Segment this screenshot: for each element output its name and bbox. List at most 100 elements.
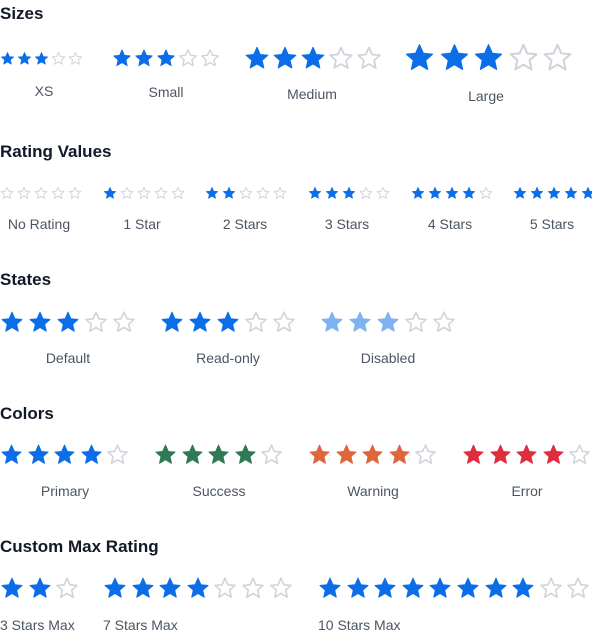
rating-star-empty[interactable] xyxy=(539,576,563,600)
rating-star-filled[interactable] xyxy=(335,443,358,466)
rating-star-filled[interactable] xyxy=(156,48,176,68)
rating-star-filled[interactable] xyxy=(308,443,331,466)
rating-star-filled[interactable] xyxy=(515,443,538,466)
rating-star-filled[interactable] xyxy=(207,443,230,466)
star-rating[interactable] xyxy=(0,310,136,334)
rating-star-filled[interactable] xyxy=(28,576,52,600)
rating-star-filled[interactable] xyxy=(439,42,470,73)
rating-star-filled[interactable] xyxy=(0,310,24,334)
star-rating[interactable] xyxy=(513,186,592,200)
rating-star-filled[interactable] xyxy=(222,186,236,200)
rating-star-filled[interactable] xyxy=(56,310,80,334)
rating-star-empty[interactable] xyxy=(414,443,437,466)
rating-star-filled[interactable] xyxy=(473,42,504,73)
rating-star-filled[interactable] xyxy=(0,443,23,466)
rating-star-filled[interactable] xyxy=(325,186,339,200)
rating-star-filled[interactable] xyxy=(308,186,322,200)
rating-star-filled[interactable] xyxy=(112,48,132,68)
rating-star-empty[interactable] xyxy=(376,186,390,200)
rating-star-filled[interactable] xyxy=(53,443,76,466)
rating-star-filled[interactable] xyxy=(181,443,204,466)
rating-star-empty[interactable] xyxy=(241,576,265,600)
rating-star-filled[interactable] xyxy=(445,186,459,200)
rating-star-filled[interactable] xyxy=(428,576,452,600)
rating-star-empty[interactable] xyxy=(51,51,66,66)
rating-star-empty[interactable] xyxy=(68,186,82,200)
star-rating[interactable] xyxy=(103,186,185,200)
rating-star-filled[interactable] xyxy=(318,576,342,600)
star-rating[interactable] xyxy=(0,51,83,66)
rating-star-filled[interactable] xyxy=(244,45,270,71)
rating-star-empty[interactable] xyxy=(239,186,253,200)
rating-star-filled[interactable] xyxy=(462,186,476,200)
rating-star-filled[interactable] xyxy=(272,45,298,71)
rating-star-empty[interactable] xyxy=(178,48,198,68)
rating-star-empty[interactable] xyxy=(479,186,493,200)
rating-star-filled[interactable] xyxy=(134,48,154,68)
rating-star-empty[interactable] xyxy=(568,443,591,466)
rating-star-filled[interactable] xyxy=(34,51,49,66)
rating-star-empty[interactable] xyxy=(112,310,136,334)
rating-star-filled[interactable] xyxy=(404,42,435,73)
rating-star-empty[interactable] xyxy=(260,443,283,466)
star-rating[interactable] xyxy=(205,186,287,200)
rating-star-filled[interactable] xyxy=(80,443,103,466)
rating-star-empty[interactable] xyxy=(213,576,237,600)
rating-star-filled[interactable] xyxy=(158,576,182,600)
rating-star-filled[interactable] xyxy=(154,443,177,466)
rating-star-empty[interactable] xyxy=(542,42,573,73)
rating-star-filled[interactable] xyxy=(462,443,485,466)
rating-star-filled[interactable] xyxy=(300,45,326,71)
rating-star-filled[interactable] xyxy=(131,576,155,600)
rating-star-filled[interactable] xyxy=(547,186,561,200)
rating-star-filled[interactable] xyxy=(103,186,117,200)
rating-star-empty[interactable] xyxy=(256,186,270,200)
rating-star-filled[interactable] xyxy=(0,51,15,66)
rating-star-empty[interactable] xyxy=(273,186,287,200)
star-rating[interactable] xyxy=(103,576,293,600)
rating-star-filled[interactable] xyxy=(28,310,52,334)
rating-star-filled[interactable] xyxy=(411,186,425,200)
rating-star-filled[interactable] xyxy=(428,186,442,200)
rating-star-empty[interactable] xyxy=(120,186,134,200)
rating-star-empty[interactable] xyxy=(356,45,382,71)
star-rating[interactable] xyxy=(318,576,590,600)
rating-star-empty[interactable] xyxy=(328,45,354,71)
rating-star-filled[interactable] xyxy=(0,576,24,600)
rating-star-empty[interactable] xyxy=(106,443,129,466)
rating-star-filled[interactable] xyxy=(513,186,527,200)
rating-star-empty[interactable] xyxy=(55,576,79,600)
rating-star-filled[interactable] xyxy=(456,576,480,600)
star-rating[interactable] xyxy=(411,186,493,200)
star-rating[interactable] xyxy=(244,45,382,71)
rating-star-filled[interactable] xyxy=(342,186,356,200)
rating-star-empty[interactable] xyxy=(0,186,14,200)
star-rating[interactable] xyxy=(154,443,283,466)
rating-star-filled[interactable] xyxy=(388,443,411,466)
rating-star-empty[interactable] xyxy=(171,186,185,200)
rating-star-filled[interactable] xyxy=(484,576,508,600)
rating-star-empty[interactable] xyxy=(51,186,65,200)
rating-star-filled[interactable] xyxy=(103,576,127,600)
rating-star-empty[interactable] xyxy=(17,186,31,200)
rating-star-empty[interactable] xyxy=(508,42,539,73)
rating-star-filled[interactable] xyxy=(205,186,219,200)
rating-star-filled[interactable] xyxy=(186,576,210,600)
rating-star-filled[interactable] xyxy=(564,186,578,200)
rating-star-filled[interactable] xyxy=(17,51,32,66)
star-rating[interactable] xyxy=(112,48,220,68)
rating-star-filled[interactable] xyxy=(401,576,425,600)
rating-star-filled[interactable] xyxy=(530,186,544,200)
rating-star-empty[interactable] xyxy=(566,576,590,600)
rating-star-empty[interactable] xyxy=(200,48,220,68)
star-rating[interactable] xyxy=(0,186,82,200)
rating-star-filled[interactable] xyxy=(361,443,384,466)
rating-star-empty[interactable] xyxy=(269,576,293,600)
rating-star-empty[interactable] xyxy=(68,51,83,66)
rating-star-filled[interactable] xyxy=(346,576,370,600)
star-rating[interactable] xyxy=(0,443,129,466)
rating-star-filled[interactable] xyxy=(581,186,592,200)
rating-star-filled[interactable] xyxy=(489,443,512,466)
star-rating[interactable] xyxy=(0,576,79,600)
star-rating[interactable] xyxy=(462,443,591,466)
